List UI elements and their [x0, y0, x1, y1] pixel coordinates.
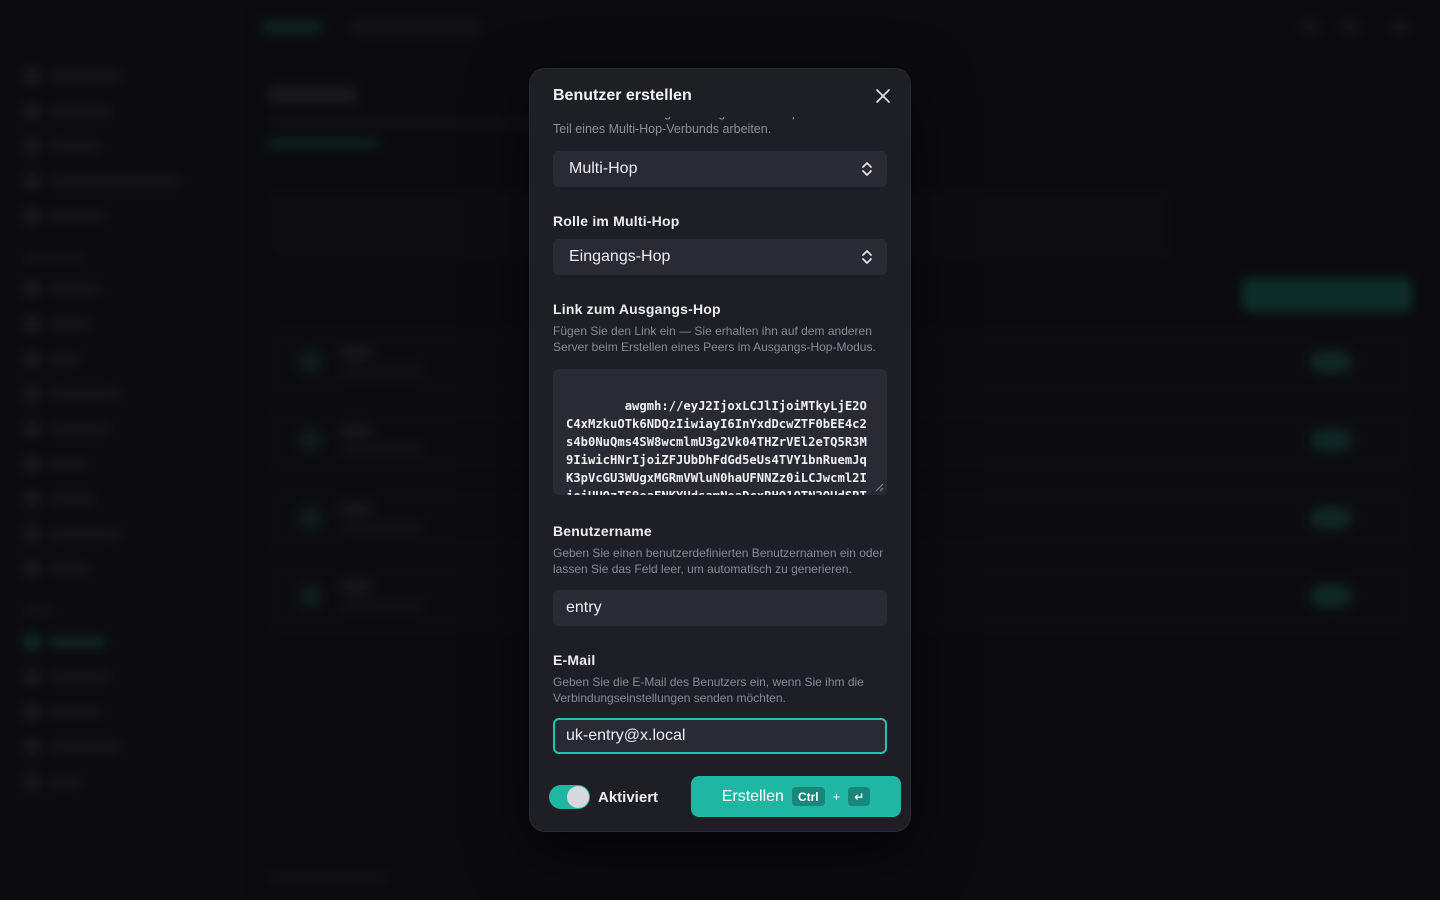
role-select[interactable]: Eingangs-Hop: [553, 239, 887, 275]
exit-link-label: Link zum Ausgangs-Hop: [553, 301, 721, 317]
shortcut-plus: +: [832, 789, 841, 804]
role-select-value: Eingangs-Hop: [569, 248, 671, 265]
dialog-form: Ein Peer kann als eigenständiger VPN-End…: [553, 105, 887, 754]
chevron-up-down-icon: [862, 250, 872, 264]
enabled-toggle-label: Aktiviert: [598, 789, 659, 806]
email-description: Geben Sie die E-Mail des Benutzers ein, …: [553, 675, 864, 705]
email-label: E-Mail: [553, 652, 596, 668]
username-value: entry: [566, 599, 602, 616]
dialog-title: Benutzer erstellen: [553, 87, 692, 104]
exit-link-description: Fügen Sie den Link ein — Sie erhalten ih…: [553, 324, 876, 354]
create-button-label: Erstellen: [721, 787, 784, 805]
dialog-scroll-area[interactable]: Ein Peer kann als eigenständiger VPN-End…: [530, 69, 910, 765]
role-label: Rolle im Multi-Hop: [553, 213, 680, 229]
email-input[interactable]: uk-entry@x.local: [553, 718, 887, 754]
dialog-header: Benutzer erstellen: [530, 69, 910, 117]
email-value: uk-entry@x.local: [566, 727, 686, 744]
create-user-dialog: Ein Peer kann als eigenständiger VPN-End…: [529, 68, 911, 832]
mode-select[interactable]: Multi-Hop: [553, 151, 887, 187]
dialog-footer: Aktiviert Erstellen Ctrl + ↵: [530, 765, 910, 831]
close-button[interactable]: [872, 85, 894, 107]
username-description: Geben Sie einen benutzerdefinierten Benu…: [553, 546, 884, 576]
exit-link-textarea[interactable]: awgmh://eyJ2IjoxLCJlIjoiMTkyLjE2OC4xMzku…: [553, 369, 887, 495]
resize-grip-icon[interactable]: [874, 482, 884, 492]
chevron-up-down-icon: [862, 162, 872, 176]
shortcut-ctrl-key: Ctrl: [791, 787, 825, 806]
username-label: Benutzername: [553, 523, 652, 539]
toggle-knob: [567, 786, 589, 808]
username-input[interactable]: entry: [553, 590, 887, 626]
mode-select-value: Multi-Hop: [569, 160, 638, 177]
create-button[interactable]: Erstellen Ctrl + ↵: [691, 776, 901, 817]
enabled-toggle[interactable]: [549, 785, 590, 809]
close-icon: [876, 89, 890, 103]
enter-key-icon: ↵: [848, 787, 871, 806]
exit-link-value: awgmh://eyJ2IjoxLCJlIjoiMTkyLjE2OC4xMzku…: [566, 399, 867, 495]
